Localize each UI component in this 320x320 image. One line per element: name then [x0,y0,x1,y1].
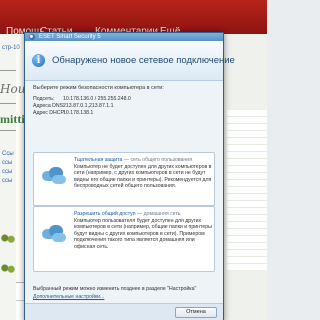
option-title: Разрешить общий доступ [74,211,136,217]
dialog-header: i Обнаружено новое сетевое подключение [25,41,235,81]
page-link[interactable]: ссы [2,168,16,177]
settings-note: Выбранный режим можно изменить позднее в… [33,286,197,292]
dns-label: Адреса DNS: [33,103,65,109]
cloud-network-icon [40,225,66,243]
divider [0,103,16,104]
website-right-list [227,110,267,270]
divider [0,70,16,71]
dns-value: 213.87.0.1,213.87.1.1 [63,103,114,109]
option-description: Компьютер не будет доступен для других к… [74,163,212,190]
option-text: Разрешить общий доступ — домашняя сеть К… [74,211,212,251]
app-title: ESET Smart Security 5 [39,34,101,40]
cancel-button[interactable]: Отмена [175,307,217,318]
decor-leaf-icon [0,262,16,274]
dhcp-value: 10.178.138.1 [63,110,94,116]
divider [0,130,16,131]
mode-prompt: Выберите режим безопасности компьютера в… [33,85,164,91]
option-text: Тщательная защита — сеть общего пользова… [74,157,212,190]
option-kind: — сеть общего пользования [123,157,193,163]
option-description: Компьютер пользователя будет доступен дл… [74,217,212,250]
option-title: Тщательная защита [74,157,123,163]
network-dialog: ESET Smart Security 5 i Обнаружено новое… [24,32,235,320]
cloud-network-icon [40,167,66,185]
page-link[interactable]: Ссы [2,150,16,159]
subnet-label: Подсеть: [33,96,55,102]
info-icon: i [32,54,45,67]
page-link-list: Ссы ссы ссы ссы [2,150,16,186]
page-link[interactable]: стр-10 [2,45,20,51]
advanced-settings-link[interactable]: Дополнительные настройки... [33,294,104,300]
dialog-content: Выберите режим безопасности компьютера в… [25,81,223,303]
subnet-value: 10.178.136.0 / 255.255.248.0 [63,96,131,102]
button-bar: Отмена [25,303,223,320]
page-link[interactable]: ссы [2,159,16,168]
website-nav-bar: Помощь Статьи Комментарии Ещё [0,0,267,34]
allow-sharing-option[interactable]: Разрешить общий доступ — домашняя сеть К… [33,206,215,272]
decor-leaf-icon [0,232,16,244]
option-kind: — домашняя сеть [137,211,181,217]
eset-logo-icon [29,34,35,40]
dhcp-label: Адрес DHCP: [33,110,66,116]
page-link[interactable]: ссы [2,177,16,186]
dialog-title: Обнаружено новое сетевое подключение [52,55,235,66]
dialog-titlebar[interactable]: ESET Smart Security 5 [25,33,223,41]
strict-protection-option[interactable]: Тщательная защита — сеть общего пользова… [33,152,215,206]
